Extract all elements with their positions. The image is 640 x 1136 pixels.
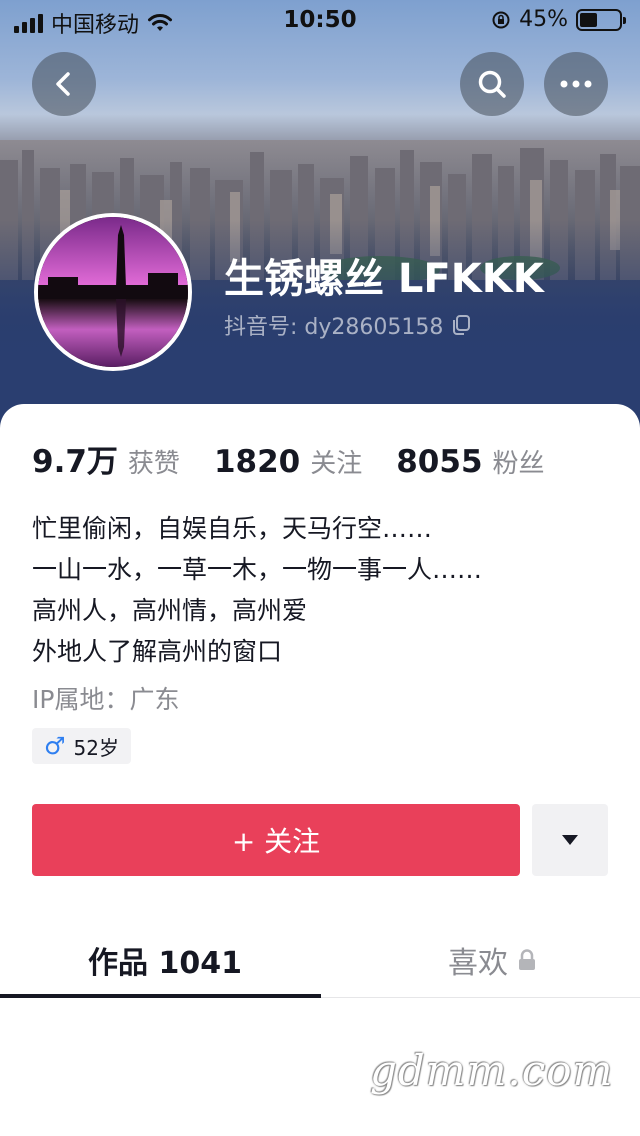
battery-percent: 45% [519,7,568,32]
bio-line: 外地人了解高州的窗口 [32,637,283,666]
copy-icon[interactable] [451,314,471,336]
tab-likes-label: 喜欢 [448,946,508,981]
status-right: 45% [491,7,626,32]
douyin-id-text: 抖音号: dy28605158 [224,315,444,340]
battery-fill [580,12,598,27]
more-horizontal-icon [560,80,592,88]
signal-icon [14,13,43,33]
avatar-image [38,217,188,367]
more-options-button[interactable] [532,804,608,876]
following-label[interactable]: 关注 [310,443,362,480]
follow-button[interactable]: + 关注 [32,804,520,876]
follow-label: + 关注 [231,825,321,858]
ip-location: IP属地：广东 [32,685,180,714]
lock-icon [519,949,535,970]
active-tab-indicator [0,994,321,998]
gender-age-tag: ♂ 52岁 [32,728,131,764]
profile-card: 9.7万 获赞 1820 关注 8055 粉丝 忙里偷闲，自娱自乐，天马行空……… [0,404,640,1136]
following-count[interactable]: 1820 [214,444,300,480]
chevron-left-icon [56,72,70,96]
profile-tabs: 作品 1041 喜欢 [0,924,640,998]
age-label: 52岁 [73,735,119,760]
profile-nickname: 生锈螺丝 LFKKK [224,256,544,302]
status-left: 中国移动 [14,7,173,39]
search-button[interactable] [460,52,524,116]
status-bar: 中国移动 10:50 45% [0,0,640,40]
back-button[interactable] [32,52,96,116]
wifi-icon [148,14,173,31]
likes-label[interactable]: 获赞 [128,443,180,480]
bio-line: 高州人，高州情，高州爱 [32,596,308,625]
tab-works-label: 作品 1041 [88,946,242,981]
likes-count[interactable]: 9.7万 [32,436,118,481]
bio-line: 一山一水，一草一木，一物一事一人…… [32,555,483,584]
followers-count[interactable]: 8055 [396,444,482,480]
watermark: gdmm.com [370,1046,614,1095]
search-icon [478,70,506,98]
tab-likes[interactable]: 喜欢 [448,938,536,982]
carrier-label: 中国移动 [51,13,140,38]
followers-label[interactable]: 粉丝 [493,443,545,480]
douyin-id: 抖音号: dy28605158 [224,309,471,341]
more-button[interactable] [544,52,608,116]
battery-icon [576,8,626,31]
male-icon: ♂ [44,732,66,760]
stats-row: 9.7万 获赞 1820 关注 8055 粉丝 [32,436,579,481]
avatar[interactable] [34,213,192,371]
orientation-lock-icon [492,11,510,28]
tab-works[interactable]: 作品 1041 [88,938,242,982]
bio-line: 忙里偷闲，自娱自乐，天马行空…… [32,514,433,543]
triangle-down-icon [562,835,578,845]
bio-text: 忙里偷闲，自娱自乐，天马行空…… 一山一水，一草一木，一物一事一人…… 高州人，… [32,508,482,672]
